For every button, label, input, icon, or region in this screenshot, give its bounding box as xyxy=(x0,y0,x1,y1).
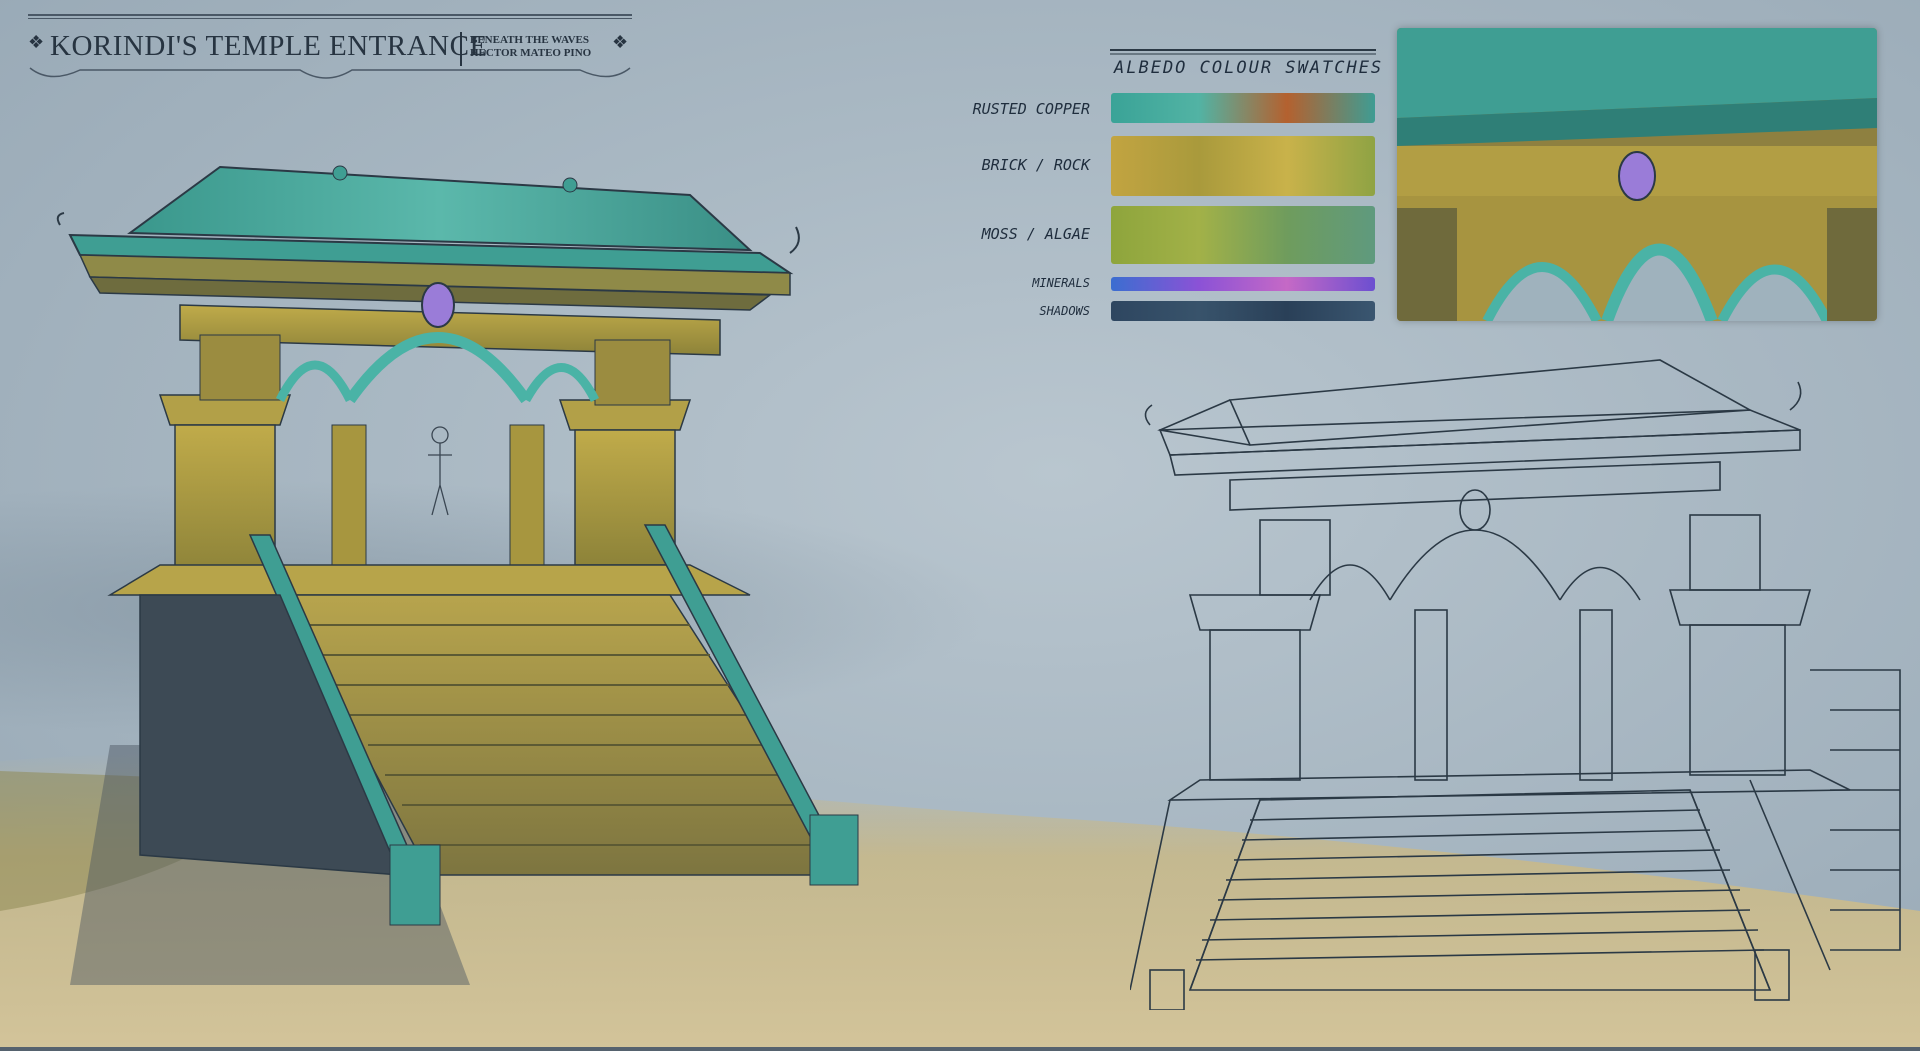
ornament-right-icon: ❖ xyxy=(612,32,629,52)
painted-temple-render xyxy=(56,165,859,985)
project-name: BENEATH THE WAVES xyxy=(470,34,590,46)
swatch-label-rusted-copper: RUSTED COPPER xyxy=(972,100,1090,118)
swatch-label-minerals: MINERALS xyxy=(1032,276,1090,290)
swatch-header-rule xyxy=(1110,49,1376,55)
title-top-rule xyxy=(28,14,632,16)
swatch-rusted-copper xyxy=(1111,93,1375,123)
page-bottom-border xyxy=(0,1047,1920,1051)
title-divider xyxy=(460,32,462,66)
swatch-minerals xyxy=(1111,277,1375,291)
title-block: ❖ KORINDI'S TEMPLE ENTRANCE BENEATH THE … xyxy=(20,8,632,88)
swatch-shadows xyxy=(1111,301,1375,321)
swatch-moss-algae xyxy=(1111,206,1375,264)
project-subtitle: BENEATH THE WAVES HECTOR MATEO PINO xyxy=(470,34,591,60)
lineart-temple-sketch xyxy=(1130,359,1901,1010)
title-top-rule-thin xyxy=(28,18,632,19)
swatch-label-moss-algae: MOSS / ALGAE xyxy=(981,225,1090,243)
swatch-heading: ALBEDO COLOUR SWATCHES xyxy=(1114,58,1384,78)
ornament-left-icon: ❖ xyxy=(28,32,45,52)
swatch-brick-rock xyxy=(1111,136,1375,196)
detail-closeup-painting xyxy=(1397,28,1877,321)
artist-name: HECTOR MATEO PINO xyxy=(470,47,592,59)
swatch-label-brick-rock: BRICK / ROCK xyxy=(981,156,1090,174)
page-title: KORINDI'S TEMPLE ENTRANCE xyxy=(50,30,488,62)
title-flourish xyxy=(29,67,631,79)
detail-closeup-panel xyxy=(1397,28,1877,321)
swatch-label-shadows: SHADOWS xyxy=(1039,304,1090,318)
